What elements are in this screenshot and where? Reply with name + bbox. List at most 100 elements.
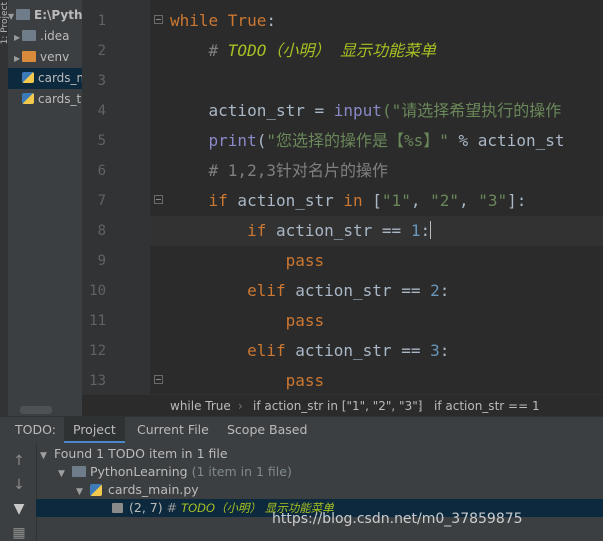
code-line[interactable]: # 1,2,3针对名片的操作 [170,156,388,186]
code-token: ( [256,131,267,150]
line-number: 9 [97,253,106,269]
folder-icon [22,51,36,62]
code-line[interactable]: if action_str == 1: [150,216,603,246]
code-token: if [247,221,267,240]
line-number: 8 [97,223,106,239]
fold-marker-icon[interactable] [154,375,163,384]
code-token: action_str = [170,101,334,120]
code-token: 2 [430,281,440,300]
code-token: ]: [507,191,527,210]
line-number: 10 [89,283,106,299]
watermark: https://blog.csdn.net/m0_37859875 [272,511,523,527]
breadcrumb-item[interactable]: if action_str in ["1", "2", "3"] [253,395,422,417]
python-file-icon [22,93,34,104]
todo-file-row[interactable]: ▼ cards_main.py [76,481,199,499]
project-side-tab[interactable]: 1: Project [0,0,10,416]
line-number: 3 [97,73,106,89]
folder-icon [22,30,36,41]
code-token: pass [285,371,325,390]
breadcrumb-item[interactable]: while True [170,395,231,417]
todo-tabs: TODO: Project Current File Scope Based [0,417,603,443]
arrow-up-icon[interactable]: ↑ [12,453,26,469]
code-line[interactable]: pass [170,246,325,276]
code-token: : [266,11,276,30]
code-token: [ [362,191,382,210]
todo-toolbar: ↑ ↓ ▼ ▦ [0,443,37,541]
tree-item-venv[interactable]: ▶ venv [14,47,82,68]
code-line[interactable]: print("您选择的操作是【%s】" % action_st [170,126,565,156]
code-token: # 1,2,3针对名片的操作 [170,161,388,180]
code-token: "3" [478,191,508,210]
breadcrumb-item[interactable]: if action_str == 1 [434,395,540,417]
code-token: "1" [381,191,411,210]
code-token: 3 [430,341,440,360]
code-token: TODO（小明） 显示功能菜单 [227,41,436,60]
code-line[interactable]: pass [170,366,325,396]
code-token: input [333,101,382,120]
todo-summary-row[interactable]: ▼ Found 1 TODO item in 1 file [40,445,228,463]
filter-icon[interactable]: ▼ [12,501,26,517]
code-token: elif [247,341,286,360]
chevron-right-icon: › [238,399,243,413]
horizontal-scrollbar[interactable] [20,406,52,414]
line-number: 11 [89,313,106,329]
folder-icon [72,466,86,477]
code-token: : [420,221,431,240]
line-number: 2 [97,43,106,59]
tree-item-root[interactable]: ▼E:\Python [8,5,82,26]
chevron-down-icon[interactable]: ▼ [40,447,54,465]
group-icon[interactable]: ▦ [12,525,26,541]
code-token: , [459,191,479,210]
code-line[interactable]: pass [170,306,325,336]
code-token: action_str == [266,221,411,240]
code-line[interactable]: elif action_str == 3: [170,336,449,366]
code-token: : [439,341,450,360]
line-number: 7 [97,193,106,209]
todo-project-row[interactable]: ▼ PythonLearning (1 item in 1 file) [58,463,292,481]
chevron-right-icon[interactable]: ▶ [14,48,22,68]
chevron-right-icon[interactable]: ▶ [14,27,22,47]
tree-item-idea[interactable]: ▶ .idea [14,26,82,47]
code-line[interactable]: elif action_str == 2: [170,276,449,306]
folder-icon [16,9,30,20]
arrow-down-icon[interactable]: ↓ [12,477,26,493]
code-token: pass [285,311,325,330]
code-token: "您选择的操作是【%s】" [266,131,449,150]
text-caret [430,221,432,239]
line-number: 1 [97,13,106,29]
code-token: : [439,281,450,300]
tree-item-cards-main[interactable]: cards_main.py [8,68,82,89]
fold-marker-icon[interactable] [154,15,163,24]
code-token: elif [247,281,286,300]
project-tool-window: 1: Project ▼E:\Python ▶.idea ▶venv cards… [0,0,82,416]
breadcrumb: while True › if action_str in ["1", "2",… [82,394,603,417]
todo-panel-title: TODO: [15,422,56,437]
code-token: pass [285,251,325,270]
line-number: 5 [97,133,106,149]
code-line[interactable]: if action_str in ["1", "2", "3"]: [170,186,527,216]
line-number: 6 [97,163,106,179]
tree-item-cards-tools[interactable]: cards_tools.py [8,89,82,110]
code-line[interactable]: # TODO（小明） 显示功能菜单 [170,36,436,66]
code-token: action_str == [285,281,431,300]
tab-scope-based[interactable]: Scope Based [227,417,307,443]
todo-item-icon [112,503,123,513]
code-line[interactable]: while True: [170,6,276,36]
chevron-down-icon[interactable]: ▼ [58,465,72,483]
code-line[interactable]: action_str = input("请选择希望执行的操作 [170,96,562,126]
code-token: while True [170,11,267,30]
fold-marker-icon[interactable] [154,195,163,204]
code-token: # [208,41,228,60]
chevron-down-icon[interactable]: ▼ [8,6,16,26]
line-number: 4 [97,103,106,119]
tab-current-file[interactable]: Current File [137,417,209,443]
tab-project[interactable]: Project [64,417,125,443]
